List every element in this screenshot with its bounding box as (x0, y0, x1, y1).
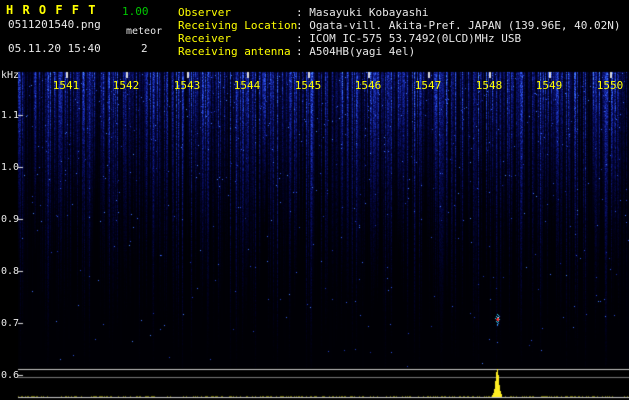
x-tick-1543: 1543 (173, 79, 201, 92)
info-value-antenna: : A504HB(yagi 4el) (296, 45, 416, 58)
info-label-antenna: Receiving antenna (178, 45, 291, 58)
x-tick-1549: 1549 (535, 79, 563, 92)
x-tick-1545: 1545 (294, 79, 322, 92)
y-tick-1-0: 1.0 (1, 162, 20, 173)
hrofft-screen: H R O F F T 1.00 0511201540.png meteor 0… (0, 0, 629, 400)
info-label-location: Receiving Location (178, 19, 298, 32)
info-value-observer: : Masayuki Kobayashi (296, 6, 429, 19)
info-label-receiver: Receiver (178, 32, 231, 45)
info-value-receiver: : ICOM IC-575 53.7492(0LCD)MHz USB (296, 32, 522, 45)
output-filename: 0511201540.png (8, 18, 101, 31)
y-tick-0-7: 0.7 (1, 318, 20, 329)
app-title: H R O F F T (6, 3, 97, 17)
spectrogram-canvas (0, 0, 629, 400)
y-tick-1-1: 1.1 (1, 110, 20, 121)
meteor-counter-label: meteor (126, 26, 163, 37)
info-value-location: : Ogata-vill. Akita-Pref. JAPAN (139.96E… (296, 19, 621, 32)
y-tick-0-6: 0.6 (1, 370, 20, 381)
x-tick-1542: 1542 (112, 79, 140, 92)
y-tick-0-8: 0.8 (1, 266, 20, 277)
x-tick-1541: 1541 (52, 79, 80, 92)
meteor-count: 2 (141, 42, 148, 55)
x-tick-1550: 1550 (596, 79, 624, 92)
y-tick-0-9: 0.9 (1, 214, 20, 225)
datetime: 05.11.20 15:40 (8, 42, 101, 55)
x-tick-1544: 1544 (233, 79, 261, 92)
x-tick-1547: 1547 (414, 79, 442, 92)
info-label-observer: Observer (178, 6, 231, 19)
y-axis-unit: kHz (1, 70, 20, 81)
x-tick-1546: 1546 (354, 79, 382, 92)
app-version: 1.00 (122, 5, 149, 18)
x-tick-1548: 1548 (475, 79, 503, 92)
